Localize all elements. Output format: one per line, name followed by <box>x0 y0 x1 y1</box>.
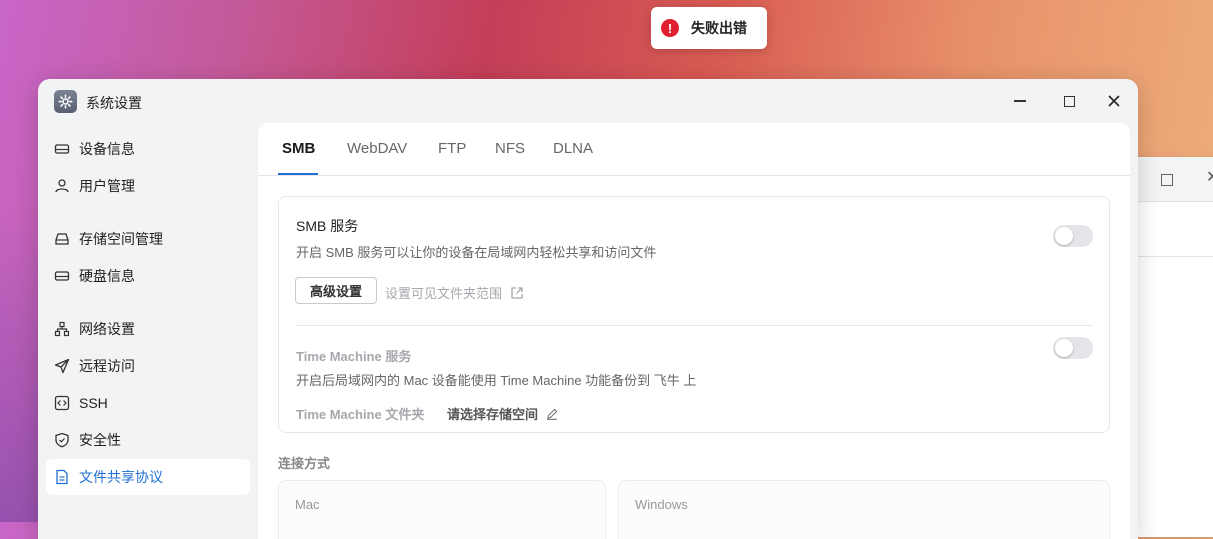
connection-card-title: Windows <box>635 497 688 512</box>
protocol-tabs: SMB WebDAV FTP NFS DLNA <box>258 123 1130 176</box>
minimize-button[interactable] <box>1009 91 1031 111</box>
maximize-button[interactable] <box>1058 91 1080 111</box>
close-button[interactable] <box>1103 91 1125 111</box>
sidebar-item-label: 用户管理 <box>79 178 135 194</box>
window-titlebar: 系统设置 <box>38 79 1138 123</box>
external-link-icon <box>510 286 524 300</box>
error-icon: ! <box>661 19 679 37</box>
smb-settings-card: SMB 服务 开启 SMB 服务可以让你的设备在局域网内轻松共享和访问文件 高级… <box>278 196 1110 433</box>
smb-service-title: SMB 服务 <box>296 218 359 234</box>
code-icon <box>54 395 70 411</box>
time-machine-title: Time Machine 服务 <box>296 349 412 364</box>
visible-folder-scope-link[interactable]: 设置可见文件夹范围 <box>385 283 524 302</box>
sidebar-item-remote-access[interactable]: 远程访问 <box>46 348 250 384</box>
toggle-knob <box>1055 339 1073 357</box>
time-machine-description: 开启后局域网内的 Mac 设备能使用 Time Machine 功能备份到 飞牛… <box>296 373 697 388</box>
sidebar-item-label: 远程访问 <box>79 358 135 374</box>
time-machine-folder-value: 请选择存储空间 <box>447 407 539 422</box>
storage-icon <box>54 231 70 247</box>
sidebar-item-disk-info[interactable]: 硬盘信息 <box>46 258 250 294</box>
tab-dlna[interactable]: DLNA <box>553 140 593 175</box>
user-icon <box>54 178 70 194</box>
sidebar-item-label: SSH <box>79 395 108 411</box>
close-icon[interactable]: ✕ <box>1206 167 1213 187</box>
sidebar-item-storage[interactable]: 存储空间管理 <box>46 221 250 257</box>
document-icon <box>54 469 70 485</box>
sidebar-item-label: 文件共享协议 <box>79 469 163 485</box>
connection-card-windows: Windows <box>618 480 1110 539</box>
smb-service-description: 开启 SMB 服务可以让你的设备在局域网内轻松共享和访问文件 <box>296 245 657 260</box>
window-title: 系统设置 <box>86 95 142 111</box>
sidebar-item-label: 安全性 <box>79 432 121 448</box>
time-machine-folder-select[interactable]: 请选择存储空间 <box>447 404 558 423</box>
tab-smb[interactable]: SMB <box>278 140 318 175</box>
toggle-knob <box>1055 227 1073 245</box>
error-toast: ! 失败出错 <box>651 7 767 49</box>
sidebar-item-network[interactable]: 网络设置 <box>46 311 250 347</box>
drive-icon <box>54 141 70 157</box>
maximize-icon[interactable] <box>1161 174 1173 186</box>
sidebar-item-label: 硬盘信息 <box>79 268 135 284</box>
connection-card-title: Mac <box>295 497 320 512</box>
shield-icon <box>54 432 70 448</box>
sidebar-item-label: 网络设置 <box>79 321 135 337</box>
tab-ftp[interactable]: FTP <box>438 140 466 175</box>
toast-message: 失败出错 <box>691 20 747 36</box>
visible-folder-scope-label: 设置可见文件夹范围 <box>385 286 503 301</box>
section-divider <box>296 325 1093 326</box>
network-icon <box>54 321 70 337</box>
sidebar-item-label: 设备信息 <box>79 141 135 157</box>
time-machine-toggle[interactable] <box>1053 337 1093 359</box>
sidebar-item-user-management[interactable]: 用户管理 <box>46 168 250 204</box>
tab-nfs[interactable]: NFS <box>495 140 525 175</box>
maximize-icon <box>1063 95 1075 107</box>
sidebar-item-ssh[interactable]: SSH <box>46 385 250 421</box>
time-machine-folder-label: Time Machine 文件夹 <box>296 407 425 422</box>
connection-card-mac: Mac <box>278 480 606 539</box>
close-icon <box>1108 95 1120 107</box>
content-panel: SMB WebDAV FTP NFS DLNA SMB 服务 开启 SMB 服务… <box>258 123 1130 539</box>
tab-webdav[interactable]: WebDAV <box>347 140 407 175</box>
minimize-icon <box>1014 100 1026 102</box>
sidebar-item-device-info[interactable]: 设备信息 <box>46 131 250 167</box>
send-icon <box>54 358 70 374</box>
settings-window: 系统设置 设备信息 用户管理 存储空间管理 硬盘信息 网络设置 远程访问 SSH… <box>38 79 1138 539</box>
advanced-settings-button[interactable]: 高级设置 <box>295 277 377 304</box>
edit-icon <box>546 408 558 420</box>
sidebar-item-file-sharing[interactable]: 文件共享协议 <box>46 459 250 495</box>
sidebar-item-label: 存储空间管理 <box>79 231 163 247</box>
settings-gear-icon <box>54 90 77 113</box>
sidebar-item-security[interactable]: 安全性 <box>46 422 250 458</box>
smb-service-toggle[interactable] <box>1053 225 1093 247</box>
disk-icon <box>54 268 70 284</box>
connection-method-label: 连接方式 <box>278 456 331 471</box>
